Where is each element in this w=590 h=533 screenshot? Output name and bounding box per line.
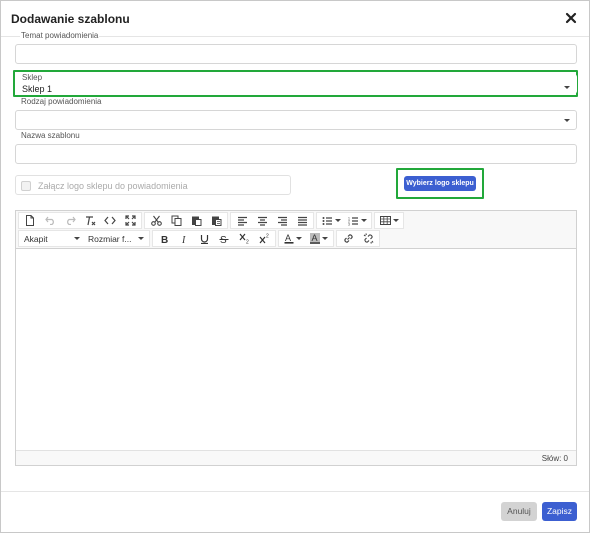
editor-toolbar: 123 Akapit Rozmiar f... B I S 2 2 A A (16, 211, 576, 249)
close-icon[interactable] (563, 10, 579, 26)
save-button[interactable]: Zapisz (542, 502, 577, 521)
toolbar-group-history (18, 212, 142, 229)
font-size-value: Rozmiar f... (88, 233, 132, 244)
attach-logo-label: Załącz logo sklepu do powiadomienia (38, 181, 188, 191)
fullscreen-icon[interactable] (120, 213, 140, 228)
new-document-icon[interactable] (20, 213, 40, 228)
link-icon[interactable] (338, 231, 358, 246)
svg-text:3: 3 (348, 222, 350, 226)
toolbar-group-lists: 123 (316, 212, 372, 229)
notification-type-label: Rodzaj powiadomienia (20, 97, 103, 106)
shop-select[interactable]: Sklep Sklep 1 (15, 73, 577, 94)
template-name-field[interactable]: Nazwa szablonu (15, 131, 577, 164)
attach-logo-field: Załącz logo sklepu do powiadomienia (15, 175, 291, 195)
svg-text:2: 2 (266, 234, 269, 240)
align-justify-icon[interactable] (292, 213, 312, 228)
dialog-title: Dodawanie szablonu (11, 12, 130, 26)
svg-text:B: B (161, 235, 168, 244)
toolbar-group-table (374, 212, 404, 229)
subject-label: Temat powiadomienia (20, 31, 100, 40)
cut-icon[interactable] (146, 213, 166, 228)
bullet-list-icon[interactable] (318, 213, 344, 228)
chevron-down-icon (74, 237, 80, 240)
dialog-footer: Anuluj Zapisz (1, 491, 589, 533)
copy-icon[interactable] (166, 213, 186, 228)
chevron-down-icon (564, 119, 570, 122)
svg-text:I: I (181, 235, 186, 244)
align-left-icon[interactable] (232, 213, 252, 228)
toolbar-row-2: Akapit Rozmiar f... B I S 2 2 A A (18, 230, 382, 247)
align-center-icon[interactable] (252, 213, 272, 228)
notification-type-select[interactable]: Rodzaj powiadomienia (15, 97, 577, 130)
paste-icon[interactable] (186, 213, 206, 228)
svg-text:2: 2 (246, 240, 249, 245)
cancel-button[interactable]: Anuluj (501, 502, 537, 521)
template-dialog: Dodawanie szablonu Temat powiadomienia S… (0, 0, 590, 533)
toolbar-row-1: 123 (18, 212, 406, 229)
chevron-down-icon (334, 219, 341, 222)
chevron-down-icon (392, 219, 399, 222)
toolbar-group-colors: A A (278, 230, 334, 247)
chevron-down-icon (138, 237, 144, 240)
clear-format-icon[interactable] (80, 213, 100, 228)
toolbar-group-alignment (230, 212, 314, 229)
toolbar-group-clipboard (144, 212, 228, 229)
font-size-select[interactable]: Rozmiar f... (84, 231, 148, 246)
shop-label: Sklep (22, 73, 43, 82)
chevron-down-icon (322, 237, 328, 240)
chevron-down-icon (296, 237, 302, 240)
svg-text:A: A (285, 233, 291, 243)
source-code-icon[interactable] (100, 213, 120, 228)
subject-field[interactable]: Temat powiadomienia (15, 31, 577, 64)
table-icon[interactable] (376, 213, 402, 228)
italic-icon[interactable]: I (174, 231, 194, 246)
chevron-down-icon (360, 219, 367, 222)
rich-text-editor: 123 Akapit Rozmiar f... B I S 2 2 A A Sł… (15, 210, 577, 466)
toolbar-group-formatting: B I S 2 2 (152, 230, 276, 247)
paragraph-format-select[interactable]: Akapit (20, 231, 84, 246)
unlink-icon[interactable] (358, 231, 378, 246)
paragraph-format-value: Akapit (24, 233, 48, 244)
word-count: Słów: 0 (541, 454, 568, 463)
background-color-icon[interactable]: A (306, 231, 332, 246)
shop-value: Sklep 1 (22, 84, 53, 94)
paste-text-icon[interactable] (206, 213, 226, 228)
svg-text:A: A (312, 233, 318, 243)
editor-status-bar: Słów: 0 (16, 450, 576, 465)
align-right-icon[interactable] (272, 213, 292, 228)
text-color-icon[interactable]: A (280, 231, 306, 246)
bold-icon[interactable]: B (154, 231, 174, 246)
strikethrough-icon[interactable]: S (214, 231, 234, 246)
editor-content-area[interactable] (16, 250, 576, 451)
template-name-label: Nazwa szablonu (20, 131, 81, 140)
superscript-icon[interactable]: 2 (254, 231, 274, 246)
toolbar-group-links (336, 230, 380, 247)
underline-icon[interactable] (194, 231, 214, 246)
redo-icon[interactable] (60, 213, 80, 228)
chevron-down-icon (564, 86, 570, 89)
attach-logo-checkbox[interactable] (21, 181, 31, 191)
choose-logo-button[interactable]: Wybierz logo sklepu (404, 176, 476, 191)
subscript-icon[interactable]: 2 (234, 231, 254, 246)
numbered-list-icon[interactable]: 123 (344, 213, 370, 228)
undo-icon[interactable] (40, 213, 60, 228)
toolbar-group-styles: Akapit Rozmiar f... (18, 230, 150, 247)
